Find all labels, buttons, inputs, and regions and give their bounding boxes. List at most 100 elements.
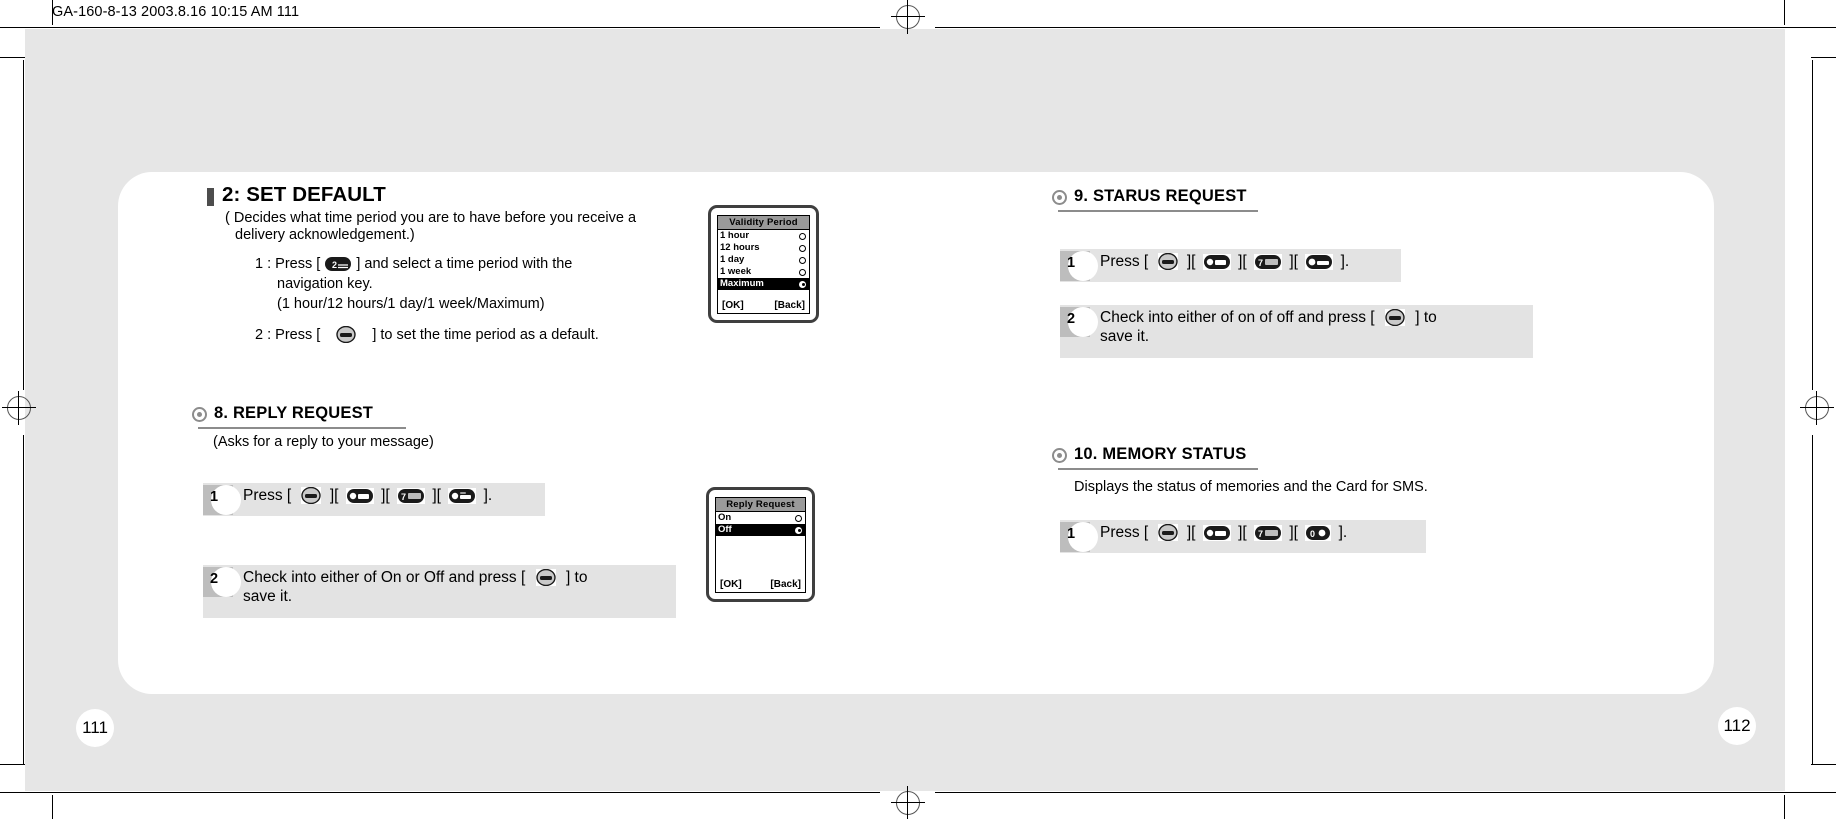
heading-memory-status: 10. MEMORY STATUS bbox=[1052, 446, 1246, 463]
heading-status-request: 9. STARUS REQUEST bbox=[1052, 188, 1247, 205]
select-key-icon[interactable] bbox=[1305, 254, 1334, 270]
step-text: Check into either of On or Off and press… bbox=[233, 565, 587, 607]
registration-mark-right bbox=[1800, 391, 1834, 425]
status-request-underline bbox=[1058, 210, 1258, 212]
navigation-key-icon[interactable]: 7 bbox=[1254, 254, 1283, 270]
list-item-selected[interactable]: Maximum bbox=[718, 278, 809, 290]
reply-option-list[interactable]: On Off bbox=[716, 512, 805, 579]
reply-softkeys: [OK] [Back] bbox=[716, 579, 805, 592]
fold-mark-top-right bbox=[935, 27, 1836, 28]
list-item[interactable]: 1 week bbox=[718, 266, 809, 278]
separator: ][ bbox=[1186, 253, 1196, 270]
step2-line1-suffix: ] to bbox=[1415, 309, 1437, 326]
validity-option-list[interactable]: 1 hour 12 hours 1 day 1 week Maximum bbox=[718, 230, 809, 300]
side-rule-right-top bbox=[1812, 60, 1813, 390]
list-item[interactable]: 12 hours bbox=[718, 242, 809, 254]
ok-key-icon[interactable] bbox=[1157, 253, 1178, 270]
press-label: Press [ bbox=[1100, 253, 1149, 270]
keypad-2-icon[interactable]: 2 bbox=[324, 256, 353, 272]
page-number-right: 112 bbox=[1718, 707, 1756, 745]
select-key-icon[interactable] bbox=[448, 488, 477, 504]
separator: ][ bbox=[1238, 253, 1247, 270]
radio-icon[interactable] bbox=[795, 514, 802, 522]
reply-request-step-1: 1 Press [ ][ ][7][]. bbox=[203, 483, 545, 516]
option-label: On bbox=[718, 512, 732, 523]
keypad-0-icon[interactable]: 0 bbox=[1305, 525, 1332, 541]
crop-mark-bottom-left-v bbox=[52, 795, 53, 819]
radio-icon[interactable] bbox=[799, 256, 806, 264]
status-request-step-2: 2 Check into either of on of off and pre… bbox=[1060, 305, 1533, 358]
step-text: Press [ ][ ][ 7 bbox=[1090, 249, 1349, 271]
crop-mark-top-left-v bbox=[52, 0, 53, 25]
memory-status-subtitle: Displays the status of memories and the … bbox=[1074, 479, 1428, 495]
separator: ][ bbox=[432, 487, 441, 504]
menu-key-icon[interactable] bbox=[1202, 254, 1231, 270]
press-label: Press [ bbox=[1100, 524, 1149, 541]
memory-status-step-1: 1 Press [ ][ ][7][0]. bbox=[1060, 520, 1426, 553]
softkey-ok[interactable]: [OK] bbox=[720, 579, 742, 590]
step-number: 1 bbox=[1066, 255, 1076, 271]
menu-key-icon[interactable] bbox=[345, 488, 374, 504]
svg-text:7: 7 bbox=[1258, 529, 1263, 539]
set-default-title: 2: SET DEFAULT bbox=[222, 183, 386, 206]
softkey-back[interactable]: [Back] bbox=[774, 300, 805, 311]
heading-reply-request: 8. REPLY REQUEST bbox=[192, 405, 373, 422]
step-number: 1 bbox=[1066, 526, 1076, 542]
softkey-back[interactable]: [Back] bbox=[770, 579, 801, 590]
registration-mark-left bbox=[2, 391, 36, 425]
ok-key-icon[interactable] bbox=[535, 569, 556, 586]
option-label: 1 hour bbox=[720, 230, 750, 241]
reply-request-subtitle: (Asks for a reply to your message) bbox=[213, 434, 434, 450]
set-default-description: ( Decides what time period you are to ha… bbox=[225, 210, 925, 244]
registration-mark-bottom bbox=[891, 786, 925, 819]
option-label: 1 week bbox=[720, 266, 752, 277]
menu-key-icon[interactable] bbox=[1202, 525, 1231, 541]
end-label: ]. bbox=[1338, 524, 1348, 541]
fold-mark-bottom-left bbox=[0, 792, 880, 793]
radio-icon[interactable] bbox=[799, 268, 806, 276]
ok-key-icon[interactable] bbox=[1157, 524, 1178, 541]
radio-icon-selected[interactable] bbox=[799, 280, 806, 288]
crop-mark-top-left-h bbox=[0, 57, 25, 58]
step-badge: 1 bbox=[1060, 522, 1098, 552]
crop-mark-bottom-right-v bbox=[1784, 795, 1785, 819]
step-badge: 2 bbox=[1060, 307, 1098, 337]
radio-icon-selected[interactable] bbox=[795, 526, 802, 534]
step-text: Press [ ][ ][ 7 bbox=[233, 483, 492, 505]
option-label: 12 hours bbox=[720, 242, 760, 253]
list-item[interactable]: 1 hour bbox=[718, 230, 809, 242]
bullet-ring-icon bbox=[1052, 189, 1067, 205]
step-badge: 1 bbox=[1060, 251, 1098, 281]
step2-line1-prefix: Check into either of on of off and press… bbox=[1100, 309, 1375, 326]
side-rule-left-bottom bbox=[23, 435, 24, 765]
navigation-key-icon[interactable]: 7 bbox=[397, 488, 426, 504]
set-default-desc-line1: ( Decides what time period you are to ha… bbox=[225, 210, 637, 226]
step-text: Press [ ][ ][ 7 bbox=[1090, 520, 1347, 542]
svg-text:7: 7 bbox=[401, 492, 406, 502]
status-request-title: 9. STARUS REQUEST bbox=[1074, 187, 1247, 205]
softkey-ok[interactable]: [OK] bbox=[722, 300, 744, 311]
ok-key-icon[interactable] bbox=[336, 326, 357, 343]
set-default-desc-line2: delivery acknowledgement.) bbox=[235, 227, 415, 244]
reply-request-underline bbox=[198, 427, 406, 429]
crop-mark-top-right-h bbox=[1811, 57, 1836, 58]
radio-icon[interactable] bbox=[799, 244, 806, 252]
radio-icon[interactable] bbox=[799, 232, 806, 240]
validity-softkeys: [OK] [Back] bbox=[718, 300, 809, 313]
navigation-key-icon[interactable]: 7 bbox=[1254, 525, 1283, 541]
ok-key-icon[interactable] bbox=[300, 487, 321, 504]
reply-screen-title: Reply Request bbox=[716, 498, 805, 512]
list-item[interactable]: On bbox=[716, 512, 805, 524]
ok-key-icon[interactable] bbox=[1384, 309, 1405, 326]
step-badge: 1 bbox=[203, 485, 241, 515]
step2-line1-suffix: ] to bbox=[565, 569, 588, 586]
svg-text:2: 2 bbox=[332, 260, 337, 270]
separator: ][ bbox=[1289, 253, 1298, 270]
reply-request-title: 8. REPLY REQUEST bbox=[214, 404, 374, 422]
list-item-selected[interactable]: Off bbox=[716, 524, 805, 536]
status-request-step-1: 1 Press [ ][ ][7][]. bbox=[1060, 249, 1401, 282]
set-default-step-2: 2 : Press [ ] to set the time period as … bbox=[255, 326, 895, 344]
list-item[interactable]: 1 day bbox=[718, 254, 809, 266]
crop-mark-top-right-v bbox=[1784, 0, 1785, 25]
separator: ][ bbox=[329, 487, 339, 504]
